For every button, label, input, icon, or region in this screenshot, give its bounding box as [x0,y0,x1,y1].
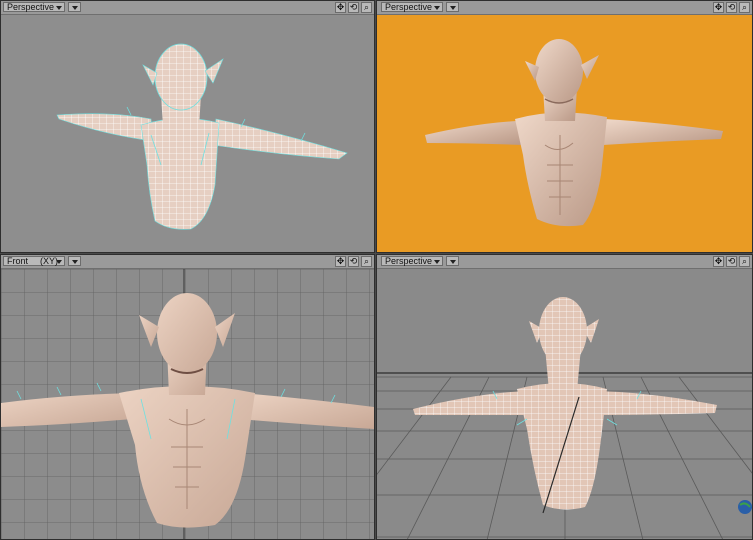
viewport-titlebar: Front (XY) ✥ ⟲ ⌕ [1,255,374,269]
model-shaded [425,39,723,227]
render-mode-dropdown[interactable] [446,256,459,266]
view-type-dropdown[interactable]: Perspective [381,256,443,266]
viewport-top-left[interactable]: Perspective ✥ ⟲ ⌕ [0,0,375,253]
view-type-label: Front [7,256,29,266]
viewport-canvas[interactable] [377,269,752,539]
view-type-dropdown[interactable]: Perspective [381,2,443,12]
chevron-down-icon [72,260,78,264]
viewport-titlebar: Perspective ✥ ⟲ ⌕ [377,255,752,269]
move-icon[interactable]: ✥ [335,256,346,267]
zoom-icon[interactable]: ⌕ [361,2,372,13]
viewport-controls: ✥ ⟲ ⌕ [713,2,750,13]
chevron-down-icon [450,6,456,10]
viewport-titlebar: Perspective ✥ ⟲ ⌕ [377,1,752,15]
rotate-icon[interactable]: ⟲ [726,256,737,267]
viewport-controls: ✥ ⟲ ⌕ [713,256,750,267]
viewport-controls: ✥ ⟲ ⌕ [335,2,372,13]
move-icon[interactable]: ✥ [713,256,724,267]
view-type-dropdown[interactable]: Front (XY) [3,256,65,266]
chevron-down-icon [72,6,78,10]
viewport-top-right[interactable]: Perspective ✥ ⟲ ⌕ [376,0,753,253]
chevron-down-icon [56,6,62,10]
viewport-controls: ✥ ⟲ ⌕ [335,256,372,267]
zoom-icon[interactable]: ⌕ [739,256,750,267]
zoom-icon[interactable]: ⌕ [739,2,750,13]
viewport-titlebar: Perspective ✥ ⟲ ⌕ [1,1,374,15]
render-mode-dropdown[interactable] [68,2,81,12]
model-front-grid [1,269,374,539]
render-mode-dropdown[interactable] [446,2,459,12]
view-type-dropdown[interactable]: Perspective [3,2,65,12]
viewport-bottom-left[interactable]: Front (XY) ✥ ⟲ ⌕ [0,254,375,540]
chevron-down-icon [450,260,456,264]
viewport-grid: Perspective ✥ ⟲ ⌕ Perspective ✥ ⟲ ⌕ Fron… [0,0,753,540]
view-type-label: Perspective [385,256,433,266]
model-wireframe [56,43,348,230]
chevron-down-icon [434,260,440,264]
zoom-icon[interactable]: ⌕ [361,256,372,267]
rotate-icon[interactable]: ⟲ [726,2,737,13]
chevron-down-icon [56,260,62,264]
viewport-canvas[interactable] [1,269,374,539]
render-mode-dropdown[interactable] [68,256,81,266]
viewport-canvas[interactable] [377,15,752,252]
view-type-label: Perspective [7,2,55,12]
move-icon[interactable]: ✥ [335,2,346,13]
viewport-bottom-right[interactable]: Perspective ✥ ⟲ ⌕ [376,254,753,540]
model-back-perspective [377,297,752,539]
view-type-label: Perspective [385,2,433,12]
viewport-canvas[interactable] [1,15,374,252]
chevron-down-icon [434,6,440,10]
rotate-icon[interactable]: ⟲ [348,2,359,13]
rotate-icon[interactable]: ⟲ [348,256,359,267]
move-icon[interactable]: ✥ [713,2,724,13]
